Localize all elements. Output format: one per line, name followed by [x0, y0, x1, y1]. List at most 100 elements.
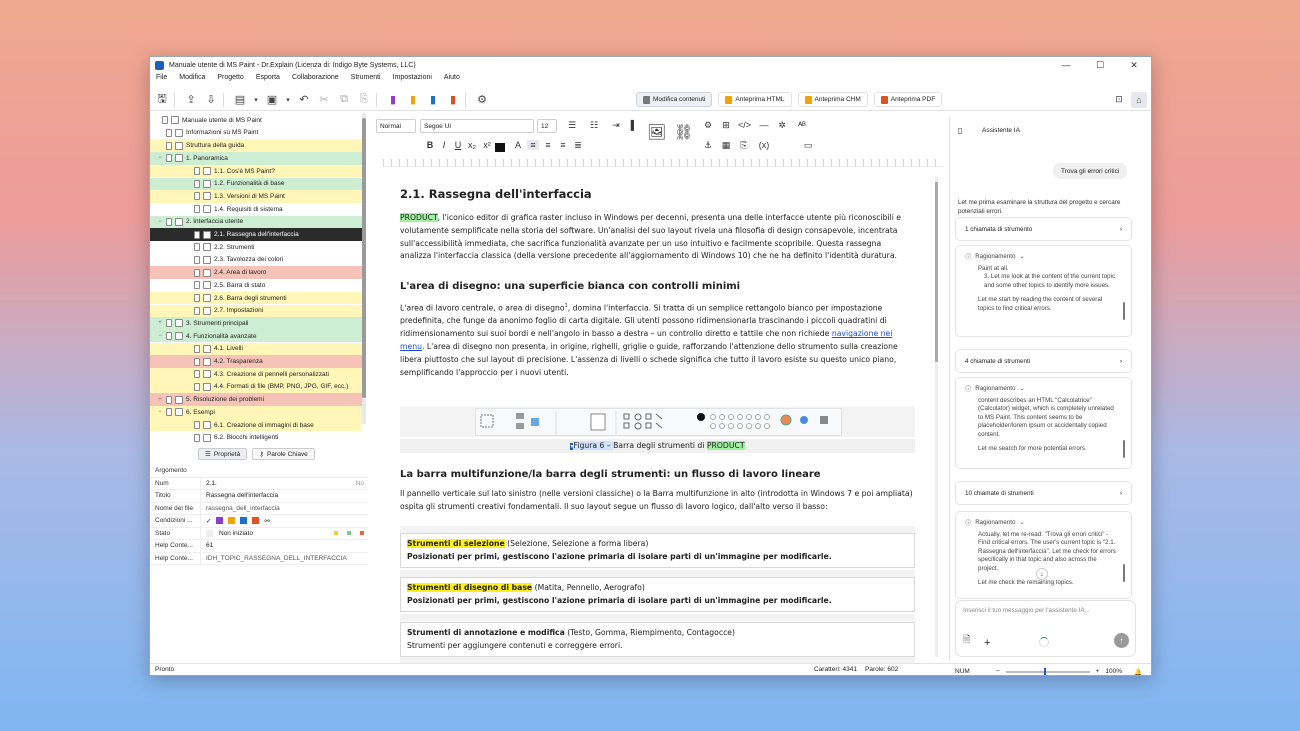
pdf-flag-icon[interactable] — [252, 517, 260, 525]
prop-help-context-alias[interactable]: Help Conte... IDH_TOPIC_RASSEGNA_DELL_INT… — [150, 552, 368, 565]
block-handle[interactable] — [400, 526, 915, 533]
expand-icon[interactable]: + — [156, 397, 164, 403]
tree-item[interactable]: 6.2. Blocchi intelligenti — [150, 431, 362, 444]
chevron-down-icon[interactable]: ▾ — [284, 92, 292, 108]
tree-item[interactable]: − 6. Esempi — [150, 406, 362, 419]
expand-icon[interactable]: − — [156, 409, 164, 415]
menu-progetto[interactable]: Progetto — [217, 74, 243, 86]
italic-icon[interactable]: I — [438, 140, 450, 150]
canvas-paragraph[interactable]: L'area di lavoro centrale, o area di dis… — [400, 300, 915, 379]
zoom-in-icon[interactable]: + — [1096, 668, 1100, 675]
cut-icon[interactable]: ✂ — [316, 92, 332, 108]
attach-file-icon[interactable]: 🗎 — [963, 632, 970, 648]
panel-toggle-icon[interactable]: ⊡ — [1111, 92, 1127, 108]
tool-call-card-2[interactable]: 4 chiamate di strumenti › — [955, 349, 1132, 373]
formula-icon[interactable]: (x) — [758, 140, 770, 150]
intro-paragraph[interactable]: PRODUCT, l'iconico editor di grafica ras… — [400, 212, 915, 263]
check-icon[interactable]: ✓ — [206, 517, 211, 525]
block-handle[interactable] — [400, 570, 915, 577]
tree-item[interactable]: 4.3. Creazione di pennelli personalizzat… — [150, 368, 362, 381]
prop-num[interactable]: Num 2.1. No — [150, 477, 368, 490]
tool-block-selection[interactable]: Strumenti di selezione (Selezione, Selez… — [400, 533, 915, 568]
code-icon[interactable]: </> — [738, 120, 751, 130]
tree-item[interactable]: − 1. Panoramica — [150, 152, 362, 165]
reasoning-block-3[interactable]: ⓘ Ragionamento ⌄ Actually, let me re-read:… — [955, 511, 1132, 599]
media-icon[interactable]: ▦ — [720, 140, 732, 151]
export-word-icon[interactable]: ▮ — [425, 92, 441, 108]
zoom-slider[interactable] — [1005, 667, 1090, 675]
ribbon-paragraph[interactable]: Il pannello verticale sul lato sinistro … — [400, 488, 915, 514]
tree-item[interactable]: 2.3. Tavolozza dei colori — [150, 253, 362, 267]
mode-pdf-button[interactable]: Anteprima PDF — [873, 92, 943, 107]
menu-impostazioni[interactable]: Impostazioni — [393, 74, 432, 86]
html-flag-icon[interactable] — [228, 517, 236, 525]
section-heading-canvas[interactable]: L'area di disegno: una superficie bianca… — [400, 281, 740, 292]
upload-icon[interactable]: ⇪ — [183, 92, 199, 108]
expand-icon[interactable]: + — [156, 320, 164, 326]
snippet-icon[interactable]: ⎘ — [738, 140, 750, 151]
tree-item[interactable]: − 2. Interfaccia utente — [150, 215, 362, 229]
tree-item[interactable]: Informazioni su MS Paint — [150, 126, 362, 140]
download-icon[interactable]: ⇩ — [203, 92, 219, 108]
bold-icon[interactable]: B — [424, 140, 436, 150]
link-icon[interactable]: ⛓ — [674, 123, 693, 141]
menu-collaborazione[interactable]: Collaborazione — [292, 74, 339, 86]
highlight-icon[interactable]: A — [512, 140, 524, 150]
align-left-icon[interactable]: ≡ — [527, 140, 539, 150]
tree-item[interactable]: 2.6. Barra degli strumenti — [150, 291, 362, 305]
text-color-icon[interactable] — [495, 143, 505, 152]
size-select[interactable]: 12 — [537, 119, 557, 133]
chevron-down-icon[interactable]: ▾ — [252, 92, 260, 108]
paste-icon[interactable]: ⎘ — [356, 92, 372, 108]
mode-html-button[interactable]: Anteprima HTML — [718, 92, 792, 107]
mode-chm-button[interactable]: Anteprima CHM — [797, 92, 868, 107]
tool-block-annotation[interactable]: Strumenti di annotazione e modifica (Tes… — [400, 622, 915, 657]
tree-item[interactable]: − 4. Funzionalità avanzate — [150, 329, 362, 343]
table-icon[interactable]: ⊞ — [720, 120, 732, 131]
tree-item[interactable]: 1.1. Cos'è MS Paint? — [150, 164, 362, 178]
close-button[interactable]: ✕ — [1117, 57, 1151, 73]
ai-assistant-icon[interactable]: ⌂ — [1131, 91, 1147, 108]
export-html-icon[interactable]: ▮ — [405, 92, 421, 108]
tree-item[interactable]: 6.1. Creazione di immagini di base — [150, 418, 362, 432]
tree-item[interactable]: 2.1. Rassegna dell'interfaccia — [150, 228, 362, 241]
add-child-icon[interactable]: ▣ — [264, 92, 280, 108]
indent-icon[interactable]: ⇥ — [610, 120, 622, 131]
minimize-button[interactable]: — — [1049, 57, 1083, 73]
mode-edit-button[interactable]: Modifica contenuti — [636, 92, 713, 107]
anchor-icon[interactable]: ⚓ — [702, 140, 714, 151]
settings-gear-icon[interactable]: ⚙ — [474, 92, 490, 108]
product-variable[interactable]: PRODUCT — [400, 213, 438, 222]
editor-scrollbar[interactable] — [935, 177, 938, 657]
add-icon[interactable]: + — [984, 637, 990, 649]
add-topic-icon[interactable]: ▤ — [232, 92, 248, 108]
tree-item[interactable]: +5. Risoluzione dei problemi — [150, 393, 362, 406]
editor-page[interactable]: 2.1. Rassegna dell'interfaccia PRODUCT, … — [383, 169, 943, 664]
menu-file[interactable]: File — [156, 74, 167, 86]
word-flag-icon[interactable] — [240, 517, 248, 525]
tree-item[interactable]: 2.4. Area di lavoro — [150, 266, 362, 279]
prop-filename[interactable]: Nome del file rassegna_dell_interfaccia — [150, 502, 368, 515]
menu-aiuto[interactable]: Aiuto — [444, 74, 460, 86]
tree-item[interactable]: 2.2. Strumenti — [150, 241, 362, 254]
export-chm-icon[interactable]: ▮ — [385, 92, 401, 108]
superscript-icon[interactable]: x² — [481, 140, 493, 150]
block-icon[interactable]: ▌ — [628, 120, 640, 130]
product-variable[interactable]: PRODUCT — [706, 441, 745, 450]
properties-button[interactable]: ☰ Proprietà — [198, 448, 248, 460]
bullet-list-icon[interactable]: ☰ — [566, 120, 578, 131]
prop-help-context-id[interactable]: Help Conte... 61 — [150, 540, 368, 553]
spellcheck-icon[interactable]: ᴬᴮ — [796, 120, 808, 130]
undo-icon[interactable]: ↶ — [296, 92, 312, 108]
font-select[interactable]: Segoe UI — [420, 119, 534, 133]
sidebar-toggle-icon[interactable]: ▯ — [958, 126, 962, 135]
expand-icon[interactable]: − — [156, 333, 164, 339]
send-button[interactable]: ↑ — [1114, 633, 1129, 648]
tree-scrollbar[interactable] — [362, 114, 366, 424]
copy-icon[interactable]: ⧉ — [336, 92, 352, 108]
menu-modifica[interactable]: Modifica — [179, 74, 205, 86]
chm-flag-icon[interactable] — [216, 517, 224, 525]
align-center-icon[interactable]: ≡ — [542, 140, 554, 150]
underline-icon[interactable]: U — [452, 140, 464, 150]
align-right-icon[interactable]: ≡ — [557, 140, 569, 150]
